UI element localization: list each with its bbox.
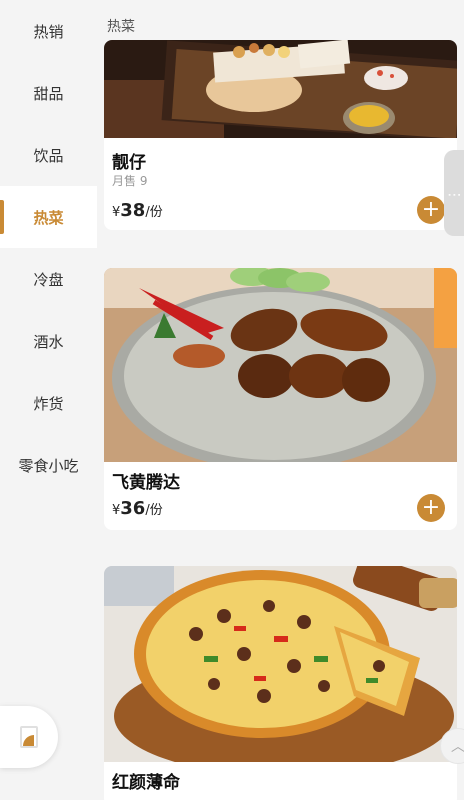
chicken-wings-photo xyxy=(104,268,457,462)
monthly-sales: 月售 9 xyxy=(112,174,148,188)
price-unit: /份 xyxy=(145,503,163,518)
price-value: 36 xyxy=(120,498,146,519)
add-to-cart-button[interactable]: + xyxy=(417,196,445,224)
sidebar-item-drinks[interactable]: 饮品 xyxy=(0,124,97,186)
sidebar-item-label: 甜品 xyxy=(33,84,64,103)
dish-list[interactable]: 热菜 靓仔 月售 9 ¥38/份 + 飞黄腾达 ¥36/份 + 红颜薄命 xyxy=(97,0,464,800)
sidebar-item-hot-dishes[interactable]: 热菜 xyxy=(0,186,97,248)
more-dots-icon: ⋮ xyxy=(446,187,462,199)
dish-price: ¥38/份 xyxy=(112,200,163,221)
sidebar-item-snacks[interactable]: 零食小吃 xyxy=(0,434,97,496)
dish-card[interactable]: 红颜薄命 xyxy=(104,566,457,800)
sidebar-item-label: 炸货 xyxy=(33,394,64,413)
sidebar-item-fried-food[interactable]: 炸货 xyxy=(0,372,97,434)
section-title: 热菜 xyxy=(107,19,135,35)
dish-card[interactable]: 飞黄腾达 ¥36/份 + xyxy=(104,268,457,530)
app-root: 热销 甜品 饮品 热菜 冷盘 酒水 炸货 零食小吃 热菜 靓仔 月售 9 ¥38… xyxy=(0,0,464,800)
dish-card[interactable]: 靓仔 月售 9 ¥38/份 + xyxy=(104,40,457,230)
chevron-up-icon: ︿ xyxy=(451,739,464,755)
price-value: 38 xyxy=(120,200,146,221)
dish-name: 靓仔 xyxy=(112,153,146,173)
dish-name: 飞黄腾达 xyxy=(112,473,180,493)
sidebar-item-cold-dishes[interactable]: 冷盘 xyxy=(0,248,97,310)
sidebar-item-hot-sales[interactable]: 热销 xyxy=(0,0,97,62)
fries-platter-photo xyxy=(104,40,457,138)
shopping-bag-icon xyxy=(20,726,38,748)
sidebar-item-label: 热销 xyxy=(33,22,64,41)
category-sidebar: 热销 甜品 饮品 热菜 冷盘 酒水 炸货 零食小吃 xyxy=(0,0,97,800)
price-unit: /份 xyxy=(145,205,163,220)
dish-price: ¥36/份 xyxy=(112,498,163,519)
more-options-tab[interactable]: ⋮ xyxy=(444,150,464,236)
sidebar-item-liquor[interactable]: 酒水 xyxy=(0,310,97,372)
dish-name: 红颜薄命 xyxy=(112,773,180,793)
add-to-cart-button[interactable]: + xyxy=(417,494,445,522)
sidebar-item-label: 饮品 xyxy=(33,146,64,165)
sidebar-item-label: 冷盘 xyxy=(33,270,64,289)
sidebar-item-label: 热菜 xyxy=(33,208,64,227)
sidebar-item-desserts[interactable]: 甜品 xyxy=(0,62,97,124)
pizza-photo xyxy=(104,566,457,762)
sidebar-item-label: 酒水 xyxy=(33,332,64,351)
sidebar-item-label: 零食小吃 xyxy=(18,456,79,475)
